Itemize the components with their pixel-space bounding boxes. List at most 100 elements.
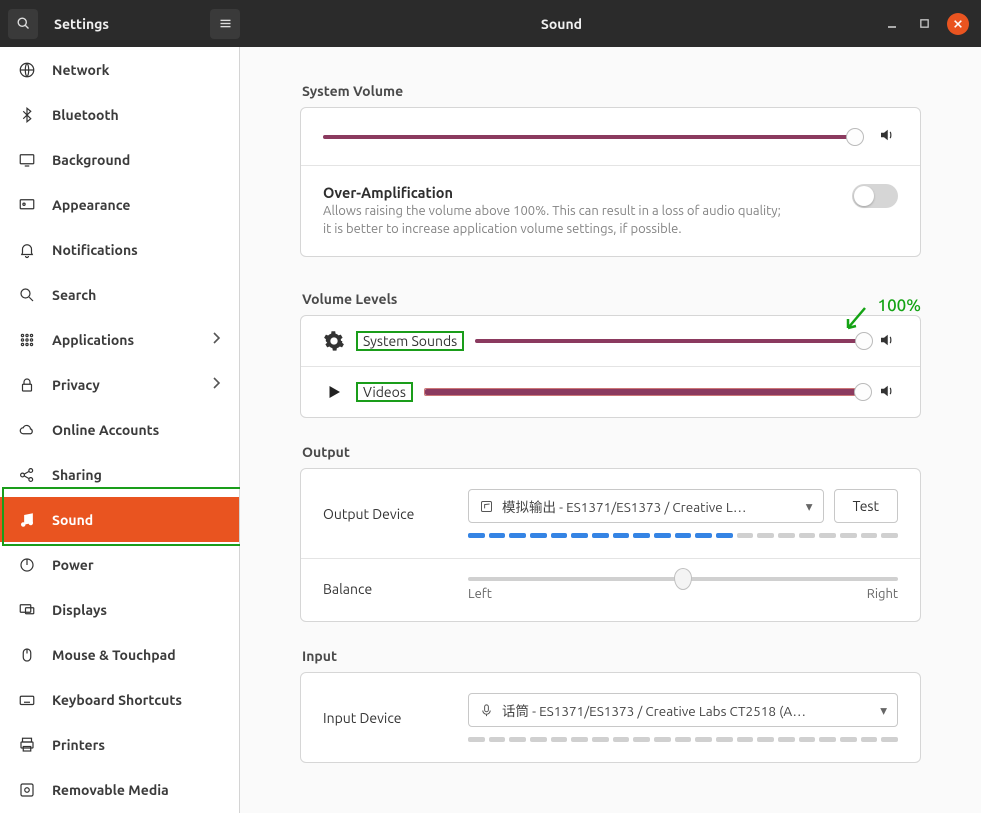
speaker-icon[interactable] — [878, 331, 898, 352]
volume-level-videos: Videos — [301, 366, 920, 417]
sidebar-item-label: Bluetooth — [52, 107, 221, 123]
window-close-button[interactable] — [947, 13, 969, 35]
balance-left-label: Left — [468, 587, 492, 601]
printer-icon — [18, 736, 36, 754]
videos-slider[interactable] — [424, 388, 864, 396]
output-test-button[interactable]: Test — [834, 489, 898, 523]
play-icon — [323, 381, 345, 403]
sidebar-item-search[interactable]: Search — [0, 272, 239, 317]
balance-right-label: Right — [867, 587, 898, 601]
minimize-icon — [886, 18, 898, 30]
over-amplification-row: Over-Amplification Allows raising the vo… — [301, 165, 920, 256]
sidebar-item-printers[interactable]: Printers — [0, 722, 239, 767]
system-sounds-slider[interactable] — [475, 339, 864, 343]
input-device-label: Input Device — [323, 710, 448, 726]
share-icon — [18, 466, 36, 484]
chevron-right-icon — [211, 331, 221, 348]
balance-label: Balance — [323, 581, 448, 597]
sidebar-item-power[interactable]: Power — [0, 542, 239, 587]
sidebar-item-bluetooth[interactable]: Bluetooth — [0, 92, 239, 137]
sidebar-item-label: Power — [52, 557, 221, 573]
volume-levels-title: Volume Levels — [302, 291, 397, 307]
globe-icon — [18, 61, 36, 79]
sidebar-item-label: Keyboard Shortcuts — [52, 692, 221, 708]
sidebar-item-label: Privacy — [52, 377, 195, 393]
page-title: Sound — [240, 16, 883, 32]
input-device-dropdown[interactable]: 话筒 - ES1371/ES1373 / Creative Labs CT251… — [468, 693, 898, 727]
titlebar: Settings Sound — [0, 0, 981, 47]
system-volume-title: System Volume — [302, 83, 921, 99]
sidebar-item-notifications[interactable]: Notifications — [0, 227, 239, 272]
chevron-right-icon — [211, 376, 221, 393]
close-icon — [953, 19, 963, 29]
gear-icon — [323, 330, 345, 352]
sidebar-item-label: Sharing — [52, 467, 221, 483]
sidebar-item-label: Notifications — [52, 242, 221, 258]
volume-level-system-sounds: System Sounds — [301, 316, 920, 366]
sidebar-item-online-accounts[interactable]: Online Accounts — [0, 407, 239, 452]
sidebar-item-label: Search — [52, 287, 221, 303]
cloud-icon — [18, 421, 36, 439]
media-icon — [18, 781, 36, 799]
content-area[interactable]: System Volume Over-Amplification Allows … — [240, 47, 981, 813]
window-maximize-button[interactable] — [915, 15, 933, 33]
sidebar-item-mouse-touchpad[interactable]: Mouse & Touchpad — [0, 632, 239, 677]
search-button[interactable] — [8, 9, 38, 39]
output-level-meter — [468, 533, 898, 538]
music-icon — [18, 511, 36, 529]
sidebar-item-privacy[interactable]: Privacy — [0, 362, 239, 407]
sidebar-item-sharing[interactable]: Sharing — [0, 452, 239, 497]
sidebar-item-sound[interactable]: Sound — [0, 497, 239, 542]
sidebar-item-removable-media[interactable]: Removable Media — [0, 767, 239, 812]
sidebar-item-label: Appearance — [52, 197, 221, 213]
appearance-icon — [18, 196, 36, 214]
sidebar-item-label: Online Accounts — [52, 422, 221, 438]
sidebar-item-displays[interactable]: Displays — [0, 587, 239, 632]
output-device-dropdown[interactable]: 模拟输出 - ES1371/ES1373 / Creative L… ▾ — [468, 489, 824, 523]
input-device-value: 话筒 - ES1371/ES1373 / Creative Labs CT251… — [502, 700, 872, 720]
microphone-icon — [479, 703, 494, 718]
maximize-icon — [919, 18, 930, 29]
test-button-label: Test — [853, 498, 879, 514]
volume-levels-panel: System Sounds Vide — [300, 315, 921, 418]
audio-card-icon — [479, 499, 494, 514]
balance-row: Balance Left Right — [301, 558, 920, 621]
speaker-icon[interactable] — [878, 126, 898, 147]
search-icon — [18, 286, 36, 304]
over-amplification-toggle[interactable] — [852, 184, 898, 208]
sidebar-item-label: Removable Media — [52, 782, 221, 798]
keyboard-icon — [18, 691, 36, 709]
system-volume-slider[interactable] — [323, 135, 860, 139]
caret-down-icon: ▾ — [880, 702, 887, 719]
bell-icon — [18, 241, 36, 259]
sidebar-item-label: Printers — [52, 737, 221, 753]
sidebar[interactable]: Network Bluetooth Background Appearance … — [0, 47, 240, 813]
volume-level-label: System Sounds — [357, 332, 463, 350]
sidebar-item-label: Displays — [52, 602, 221, 618]
sidebar-item-appearance[interactable]: Appearance — [0, 182, 239, 227]
sidebar-item-label: Mouse & Touchpad — [52, 647, 221, 663]
display-icon — [18, 151, 36, 169]
bluetooth-icon — [18, 106, 36, 124]
output-title: Output — [302, 444, 921, 460]
input-panel: Input Device 话筒 - ES1371/ES1373 / Creati… — [300, 672, 921, 763]
window-minimize-button[interactable] — [883, 15, 901, 33]
lock-icon — [18, 376, 36, 394]
sidebar-item-applications[interactable]: Applications — [0, 317, 239, 362]
sidebar-item-label: Network — [52, 62, 221, 78]
sidebar-item-label: Applications — [52, 332, 195, 348]
caret-down-icon: ▾ — [806, 498, 813, 515]
output-device-value: 模拟输出 - ES1371/ES1373 / Creative L… — [502, 496, 798, 516]
sidebar-item-background[interactable]: Background — [0, 137, 239, 182]
input-title: Input — [302, 648, 921, 664]
balance-slider[interactable] — [468, 577, 898, 581]
mouse-icon — [18, 646, 36, 664]
menu-button[interactable] — [210, 9, 240, 39]
annotation-100-percent: 100% — [878, 296, 922, 315]
sidebar-item-network[interactable]: Network — [0, 47, 239, 92]
speaker-icon[interactable] — [878, 382, 898, 403]
sidebar-item-keyboard-shortcuts[interactable]: Keyboard Shortcuts — [0, 677, 239, 722]
output-device-row: Output Device 模拟输出 - ES1371/ES1373 / Cre… — [301, 469, 920, 558]
volume-level-label: Videos — [357, 383, 412, 401]
search-icon — [16, 16, 31, 31]
